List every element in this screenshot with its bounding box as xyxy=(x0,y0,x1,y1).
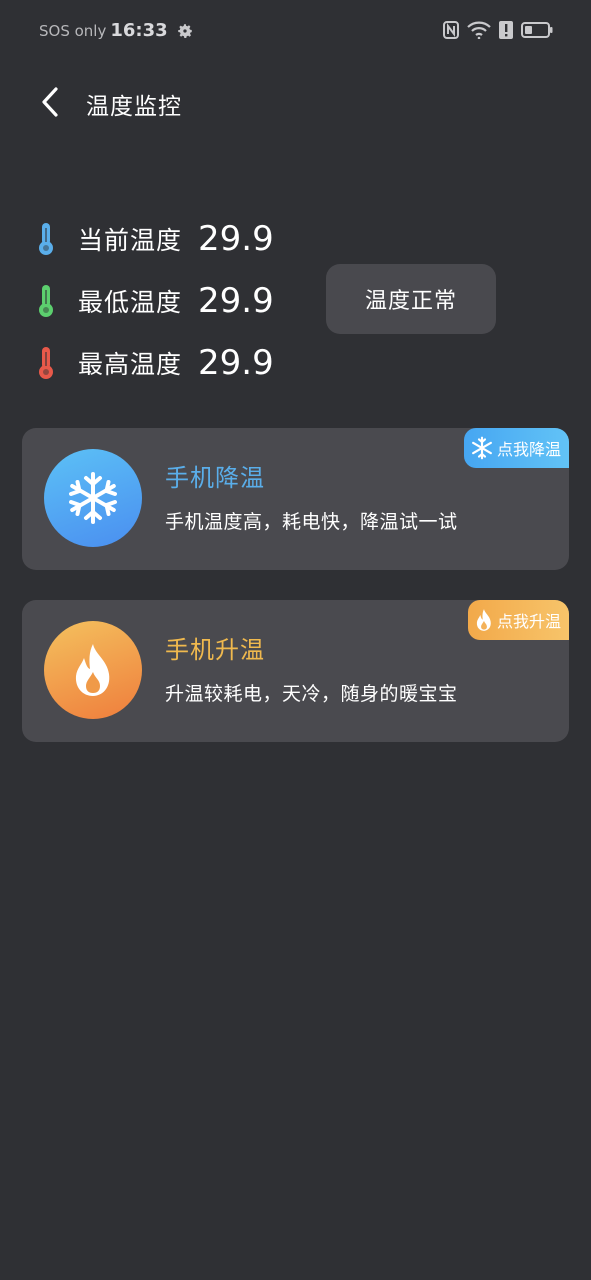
battery-icon xyxy=(521,21,553,39)
thermometer-icon xyxy=(35,283,57,319)
thermometer-icon xyxy=(35,221,57,257)
clock-time: 16:33 xyxy=(110,20,168,41)
cool-down-card[interactable]: 手机降温 手机温度高，耗电快，降温试一试 点我降温 xyxy=(22,428,569,570)
cool-down-badge-label: 点我降温 xyxy=(496,440,561,459)
carrier-text: SOS only xyxy=(39,21,107,40)
status-left: SOS only 16:33 xyxy=(39,20,194,41)
header: 温度监控 xyxy=(0,70,591,134)
gear-icon xyxy=(176,22,194,40)
snowflake-icon xyxy=(471,436,492,460)
nfc-icon xyxy=(443,21,459,39)
back-button[interactable] xyxy=(30,82,70,122)
warm-up-badge-label: 点我升温 xyxy=(496,612,561,631)
warm-card-description: 升温较耗电，天冷，随身的暖宝宝 xyxy=(165,683,458,705)
alert-icon xyxy=(499,21,513,39)
temp-value-min: 29.9 xyxy=(198,281,274,321)
cool-card-title: 手机降温 xyxy=(165,464,265,492)
snowflake-icon xyxy=(44,449,142,547)
temp-label-current: 当前温度 xyxy=(78,226,183,255)
cool-down-badge-button[interactable]: 点我降温 xyxy=(463,428,569,468)
temp-row-max: 最高温度 29.9 xyxy=(35,340,274,386)
flame-icon xyxy=(476,609,491,631)
temp-row-current: 当前温度 29.9 xyxy=(35,216,274,262)
flame-icon xyxy=(44,621,142,719)
temperature-status-badge: 温度正常 xyxy=(326,264,496,334)
temp-label-max: 最高温度 xyxy=(78,350,183,379)
status-right xyxy=(443,21,553,39)
status-bar: SOS only 16:33 xyxy=(0,0,591,66)
wifi-icon xyxy=(467,21,491,39)
warm-up-card[interactable]: 手机升温 升温较耗电，天冷，随身的暖宝宝 点我升温 xyxy=(22,600,569,742)
temp-value-current: 29.9 xyxy=(198,219,274,259)
temp-label-min: 最低温度 xyxy=(78,288,183,317)
thermometer-icon xyxy=(35,345,57,381)
warm-up-badge-button[interactable]: 点我升温 xyxy=(467,600,569,640)
page-title: 温度监控 xyxy=(86,94,182,120)
cool-card-description: 手机温度高，耗电快，降温试一试 xyxy=(165,511,458,533)
back-arrow-icon xyxy=(42,87,58,117)
warm-card-title: 手机升温 xyxy=(165,636,265,664)
temp-row-min: 最低温度 29.9 xyxy=(35,278,274,324)
temp-value-max: 29.9 xyxy=(198,343,274,383)
